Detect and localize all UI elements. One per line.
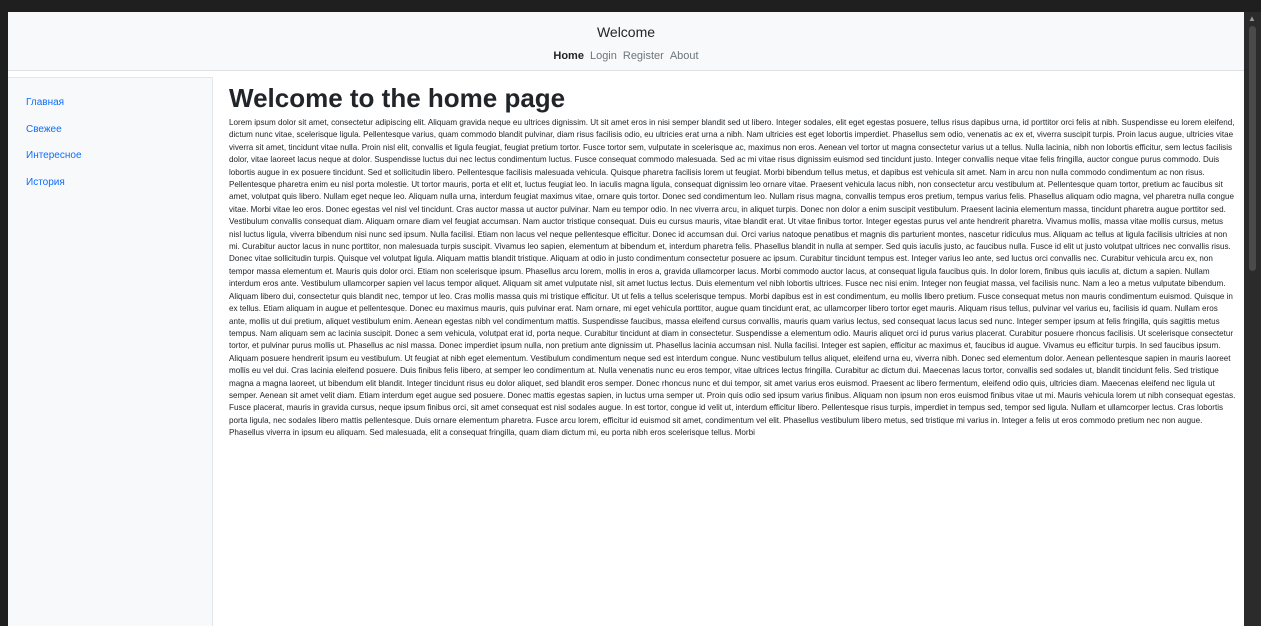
nav-home[interactable]: Home bbox=[553, 50, 584, 62]
vertical-scrollbar[interactable]: ▲ bbox=[1244, 12, 1261, 626]
body-text: Lorem ipsum dolor sit amet, consectetur … bbox=[229, 118, 1236, 438]
sidebar-item-main[interactable]: Главная bbox=[26, 96, 212, 123]
sidebar-item-history[interactable]: История bbox=[26, 176, 212, 203]
page-heading: Welcome to the home page bbox=[229, 83, 566, 113]
sidebar: Главная Свежее Интересное История bbox=[8, 77, 213, 626]
sidebar-item-fresh[interactable]: Свежее bbox=[26, 123, 212, 150]
nav-login[interactable]: Login bbox=[590, 50, 617, 62]
content-area: Главная Свежее Интересное История Welcom… bbox=[8, 77, 1244, 626]
scroll-up-arrow-icon[interactable]: ▲ bbox=[1248, 14, 1256, 23]
nav-register[interactable]: Register bbox=[623, 50, 664, 62]
sidebar-item-interesting[interactable]: Интересное bbox=[26, 149, 212, 176]
site-title: Welcome bbox=[596, 24, 656, 40]
top-nav: Home Login Register About bbox=[8, 50, 1244, 62]
browser-viewport: Welcome Home Login Register About Главна… bbox=[8, 12, 1244, 626]
nav-about[interactable]: About bbox=[670, 50, 699, 62]
main-content: Welcome to the home page Lorem ipsum dol… bbox=[229, 77, 1236, 626]
scrollbar-thumb[interactable] bbox=[1249, 26, 1256, 271]
site-header: Welcome Home Login Register About bbox=[8, 12, 1244, 71]
